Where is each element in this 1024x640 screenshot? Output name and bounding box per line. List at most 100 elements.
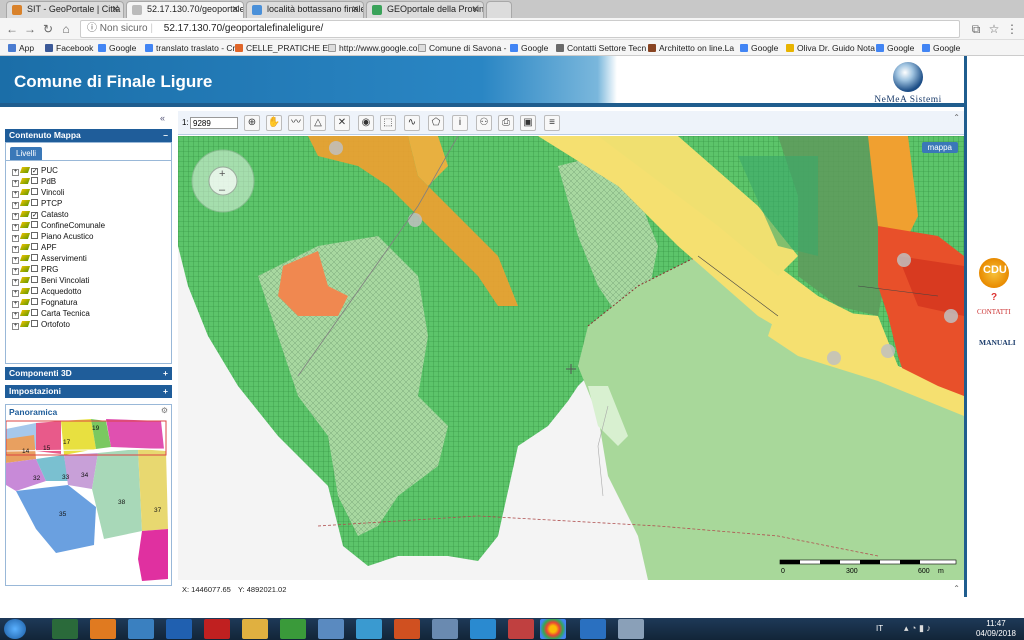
- map-canvas[interactable]: + – mappa 0 300 600 m: [178, 136, 964, 580]
- taskbar-app-icon[interactable]: [580, 619, 606, 639]
- bookmark-item[interactable]: App: [8, 42, 34, 54]
- log-icon[interactable]: ≡: [544, 115, 560, 131]
- taskbar-app-icon[interactable]: [242, 619, 268, 639]
- new-tab-button[interactable]: [486, 1, 512, 18]
- close-tab-icon[interactable]: ✕: [111, 2, 119, 17]
- start-button-icon[interactable]: [4, 619, 26, 639]
- layer-checkbox[interactable]: [31, 221, 38, 228]
- layer-checkbox[interactable]: [31, 177, 38, 184]
- layer-item[interactable]: + PRG: [12, 264, 58, 275]
- overview-map[interactable]: [6, 419, 171, 585]
- draw-polygon-icon[interactable]: ⬠: [428, 115, 444, 131]
- measure-area-icon[interactable]: △: [310, 115, 326, 131]
- draw-line-icon[interactable]: ∿: [404, 115, 420, 131]
- bookmark-item[interactable]: Google: [922, 42, 960, 54]
- layer-checkbox[interactable]: [31, 243, 38, 250]
- layer-checkbox[interactable]: [31, 199, 38, 206]
- layer-checkbox[interactable]: ✓: [31, 168, 38, 175]
- layer-item[interactable]: + Acquedotto: [12, 286, 81, 297]
- expand-icon[interactable]: +: [12, 323, 19, 330]
- layer-item[interactable]: + APF: [12, 242, 57, 253]
- taskbar-app-icon[interactable]: [128, 619, 154, 639]
- layer-checkbox[interactable]: [31, 265, 38, 272]
- close-tab-icon[interactable]: ✕: [471, 2, 479, 17]
- expand-icon[interactable]: +: [12, 224, 19, 231]
- taskbar-app-icon[interactable]: [280, 619, 306, 639]
- impostazioni-header[interactable]: Impostazioni +: [5, 385, 172, 398]
- bookmark-item[interactable]: Google: [876, 42, 914, 54]
- layer-item[interactable]: + ConfineComunale: [12, 220, 105, 231]
- expand-icon[interactable]: +: [12, 246, 19, 253]
- bookmark-item[interactable]: Google: [740, 42, 778, 54]
- contatti-icon[interactable]: ?: [991, 292, 997, 303]
- taskbar-app-icon[interactable]: [618, 619, 644, 639]
- close-tab-icon[interactable]: ✕: [351, 2, 359, 17]
- browser-tab-active[interactable]: 52.17.130.70/geoportalefi ✕: [126, 1, 244, 18]
- layer-item[interactable]: + Beni Vincolati: [12, 275, 89, 286]
- layer-item[interactable]: + ✓ Catasto: [12, 209, 69, 220]
- search-binoculars-icon[interactable]: ⚇: [476, 115, 492, 131]
- taskbar-app-icon[interactable]: [394, 619, 420, 639]
- measure-line-icon[interactable]: 〰: [288, 115, 304, 131]
- layer-item[interactable]: + Vincoli: [12, 187, 64, 198]
- bookmark-item[interactable]: Oliva Dr. Guido Nota: [786, 42, 875, 54]
- layer-item[interactable]: + ✓ PUC: [12, 165, 58, 176]
- menu-icon[interactable]: ⋮: [1004, 21, 1020, 37]
- expand-icon[interactable]: +: [12, 257, 19, 264]
- taskbar-app-icon[interactable]: [508, 619, 534, 639]
- taskbar-app-icon[interactable]: [356, 619, 382, 639]
- zoom-control[interactable]: + –: [191, 149, 255, 213]
- browser-tab[interactable]: GEOportale della Provinci ✕: [366, 1, 484, 18]
- info-icon[interactable]: i: [452, 115, 468, 131]
- map-type-button[interactable]: mappa: [921, 142, 958, 153]
- zoom-icon[interactable]: ⊕: [244, 115, 260, 131]
- bookmark-item[interactable]: Facebook: [45, 42, 93, 54]
- taskbar-app-icon[interactable]: [470, 619, 496, 639]
- close-tab-icon[interactable]: ✕: [231, 2, 239, 17]
- layer-item[interactable]: + Fognatura: [12, 297, 77, 308]
- collapse-panel-icon[interactable]: «: [160, 113, 165, 123]
- expand-icon[interactable]: +: [12, 290, 19, 297]
- bookmark-item[interactable]: CELLE_PRATICHE EDI: [235, 42, 337, 54]
- tab-livelli[interactable]: Livelli: [10, 147, 43, 160]
- save-icon[interactable]: ▣: [520, 115, 536, 131]
- print-icon[interactable]: ⎙: [498, 115, 514, 131]
- language-indicator[interactable]: IT: [876, 624, 883, 633]
- taskbar-app-icon[interactable]: [318, 619, 344, 639]
- layer-item[interactable]: + Carta Tecnica: [12, 308, 90, 319]
- layer-checkbox[interactable]: [31, 232, 38, 239]
- taskbar-app-icon[interactable]: [90, 619, 116, 639]
- browser-tab[interactable]: SIT - GeoPortale | Città di ✕: [6, 1, 124, 18]
- layer-checkbox[interactable]: [31, 298, 38, 305]
- expand-icon[interactable]: +: [163, 385, 168, 398]
- back-icon[interactable]: ←: [4, 21, 20, 37]
- expand-icon[interactable]: +: [12, 180, 19, 187]
- layer-item[interactable]: + Asservimenti: [12, 253, 87, 264]
- puc-map-layer[interactable]: + –: [178, 136, 964, 580]
- chrome-icon[interactable]: [540, 619, 566, 639]
- layer-checkbox[interactable]: [31, 287, 38, 294]
- layer-item[interactable]: + PdB: [12, 176, 56, 187]
- bookmark-item[interactable]: Contatti Settore Tecn: [556, 42, 646, 54]
- forward-icon[interactable]: →: [22, 21, 38, 37]
- layer-item[interactable]: + Piano Acustico: [12, 231, 93, 242]
- taskbar-app-icon[interactable]: [204, 619, 230, 639]
- clock[interactable]: 11:47 04/09/2018: [976, 619, 1016, 639]
- expand-icon[interactable]: +: [12, 213, 19, 220]
- expand-icon[interactable]: +: [12, 235, 19, 242]
- expand-icon[interactable]: +: [163, 367, 168, 380]
- select-icon[interactable]: ⬚: [380, 115, 396, 131]
- browser-tab[interactable]: località bottassano finale ✕: [246, 1, 364, 18]
- url-bar[interactable]: ⓘ Non sicuro | 52.17.130.70/geoportalefi…: [80, 20, 960, 38]
- taskbar-app-icon[interactable]: [52, 619, 78, 639]
- clear-icon[interactable]: ✕: [334, 115, 350, 131]
- pan-icon[interactable]: ✋: [266, 115, 282, 131]
- info-icon[interactable]: ⓘ: [87, 23, 97, 34]
- expand-icon[interactable]: +: [12, 191, 19, 198]
- layer-checkbox[interactable]: [31, 320, 38, 327]
- taskbar-app-icon[interactable]: [166, 619, 192, 639]
- layer-checkbox[interactable]: [31, 309, 38, 316]
- expand-icon[interactable]: +: [12, 268, 19, 275]
- layer-checkbox[interactable]: [31, 188, 38, 195]
- layer-item[interactable]: + Ortofoto: [12, 319, 70, 330]
